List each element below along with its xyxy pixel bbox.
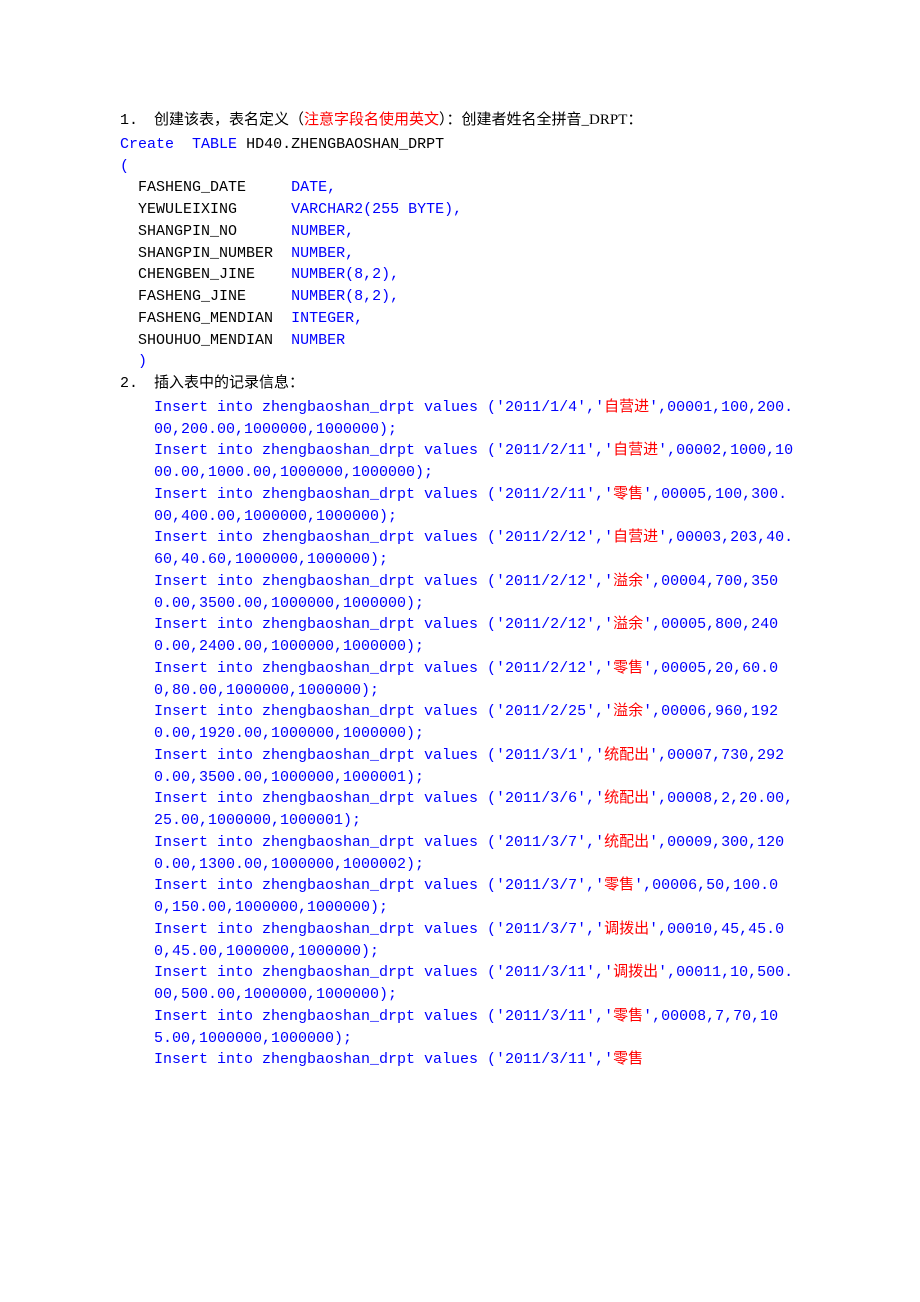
paren-open: (	[120, 158, 129, 175]
insert-sql: Insert into zhengbaoshan_drpt values ('2…	[154, 616, 613, 633]
insert-row: Insert into zhengbaoshan_drpt values ('2…	[154, 527, 794, 571]
insert-sql: Insert into zhengbaoshan_drpt values ('2…	[154, 1008, 613, 1025]
insert-red: 零售	[613, 1008, 643, 1024]
insert-row: Insert into zhengbaoshan_drpt values ('2…	[154, 701, 794, 745]
insert-sql: Insert into zhengbaoshan_drpt values ('2…	[154, 1051, 613, 1068]
insert-row: Insert into zhengbaoshan_drpt values ('2…	[154, 1006, 794, 1050]
heading-1-part1: 创建该表，表名定义（	[154, 112, 304, 128]
heading-2-text: 插入表中的记录信息：	[154, 375, 304, 391]
kw-table: TABLE	[192, 136, 237, 153]
insert-row: Insert into zhengbaoshan_drpt values ('2…	[154, 1049, 794, 1071]
insert-red: 统配出	[604, 790, 649, 806]
heading-1-number: 1.	[120, 110, 154, 132]
insert-sql: Insert into zhengbaoshan_drpt values ('2…	[154, 442, 613, 459]
insert-row: Insert into zhengbaoshan_drpt values ('2…	[154, 962, 794, 1006]
insert-sql: Insert into zhengbaoshan_drpt values ('2…	[154, 486, 613, 503]
insert-red: 统配出	[604, 747, 649, 763]
insert-red: 统配出	[604, 834, 649, 850]
insert-red: 零售	[613, 486, 643, 502]
create-tablename: HD40.ZHENGBAOSHAN_DRPT	[246, 136, 444, 153]
insert-sql: Insert into zhengbaoshan_drpt values ('2…	[154, 964, 613, 981]
insert-sql: Insert into zhengbaoshan_drpt values ('2…	[154, 660, 613, 677]
paren-close: )	[138, 353, 147, 370]
insert-red: 自营进	[613, 529, 658, 545]
insert-row: Insert into zhengbaoshan_drpt values ('2…	[154, 875, 794, 919]
insert-sql: Insert into zhengbaoshan_drpt values ('2…	[154, 703, 613, 720]
insert-red: 调拨出	[613, 964, 658, 980]
insert-sql: Insert into zhengbaoshan_drpt values ('2…	[154, 573, 613, 590]
create-table-block: Create TABLE HD40.ZHENGBAOSHAN_DRPT ( FA…	[120, 134, 920, 373]
insert-red: 溢余	[613, 573, 643, 589]
insert-red: 零售	[613, 660, 643, 676]
heading-2-number: 2.	[120, 373, 154, 395]
insert-row: Insert into zhengbaoshan_drpt values ('2…	[154, 571, 794, 615]
insert-row: Insert into zhengbaoshan_drpt values ('2…	[154, 484, 794, 528]
column-rows: FASHENG_DATE DATE, YEWULEIXING VARCHAR2(…	[120, 179, 462, 348]
insert-sql: Insert into zhengbaoshan_drpt values ('2…	[154, 790, 604, 807]
heading-1-part2: ）：创建者姓名全拼音_DRPT：	[439, 112, 642, 128]
insert-row: Insert into zhengbaoshan_drpt values ('2…	[154, 658, 794, 702]
insert-sql: Insert into zhengbaoshan_drpt values ('2…	[154, 877, 604, 894]
kw-create: Create	[120, 136, 174, 153]
insert-sql: Insert into zhengbaoshan_drpt values ('2…	[154, 834, 604, 851]
insert-red: 自营进	[613, 442, 658, 458]
insert-block: Insert into zhengbaoshan_drpt values ('2…	[154, 397, 794, 1071]
insert-red: 零售	[613, 1051, 643, 1067]
heading-2: 2.插入表中的记录信息：	[120, 373, 920, 395]
insert-row: Insert into zhengbaoshan_drpt values ('2…	[154, 397, 794, 441]
insert-red: 自营进	[604, 399, 649, 415]
insert-red: 溢余	[613, 703, 643, 719]
insert-row: Insert into zhengbaoshan_drpt values ('2…	[154, 788, 794, 832]
heading-1: 1.创建该表，表名定义（注意字段名使用英文）：创建者姓名全拼音_DRPT：	[120, 110, 920, 132]
insert-red: 零售	[604, 877, 634, 893]
insert-sql: Insert into zhengbaoshan_drpt values ('2…	[154, 529, 613, 546]
heading-1-red: 注意字段名使用英文	[304, 112, 439, 128]
insert-row: Insert into zhengbaoshan_drpt values ('2…	[154, 745, 794, 789]
insert-red: 调拨出	[604, 921, 649, 937]
insert-row: Insert into zhengbaoshan_drpt values ('2…	[154, 832, 794, 876]
insert-red: 溢余	[613, 616, 643, 632]
insert-sql: Insert into zhengbaoshan_drpt values ('2…	[154, 747, 604, 764]
insert-row: Insert into zhengbaoshan_drpt values ('2…	[154, 440, 794, 484]
insert-row: Insert into zhengbaoshan_drpt values ('2…	[154, 614, 794, 658]
insert-sql: Insert into zhengbaoshan_drpt values ('2…	[154, 921, 604, 938]
insert-sql: Insert into zhengbaoshan_drpt values ('2…	[154, 399, 604, 416]
insert-row: Insert into zhengbaoshan_drpt values ('2…	[154, 919, 794, 963]
